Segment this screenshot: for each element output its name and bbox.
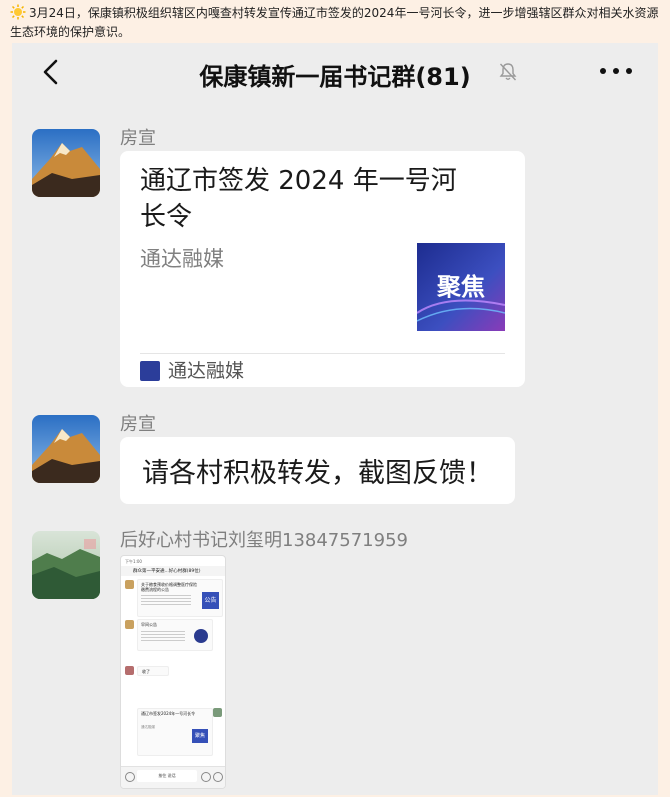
- avatar[interactable]: [32, 531, 100, 599]
- screenshot-avatar: [213, 708, 222, 717]
- screenshot-header: 群众第一平安通...好心村群(89位): [133, 569, 201, 574]
- card-description: 通达融媒: [140, 247, 224, 271]
- screenshot-card-desc: 通达融媒: [141, 725, 155, 729]
- sender-name: 房宣: [120, 128, 156, 149]
- screenshot-msg2-title: 早间公告: [141, 622, 157, 627]
- landscape-avatar-icon: [32, 531, 100, 599]
- text-message[interactable]: 请各村积极转发，截图反馈！: [120, 437, 515, 504]
- chat-window: 保康镇新一届书记群(81) 房宣 通辽市签发 2024 年一号河长令 通达融媒: [12, 43, 658, 795]
- screenshot-avatar: [125, 580, 134, 589]
- sender-name: 后好心村书记刘玺明13847571959: [120, 530, 408, 551]
- chat-title: 保康镇新一届书记群(81): [199, 63, 471, 91]
- message-row: 房宣 请各村积极转发，截图反馈！: [12, 413, 658, 513]
- thumbnail-image: 聚焦: [417, 243, 505, 331]
- mountain-avatar-icon: [32, 129, 100, 197]
- screenshot-plus-icon: [213, 772, 223, 782]
- screenshot-reply: 收了: [137, 666, 169, 676]
- caption-text: 3月24日，保康镇积极组织辖区内嘎查村转发宣传通辽市签发的2024年一号河长令，…: [10, 6, 659, 39]
- sender-name: 房宣: [120, 414, 156, 435]
- mountain-avatar-icon: [32, 415, 100, 483]
- mute-bell-icon: [499, 63, 517, 81]
- more-icon[interactable]: [596, 59, 636, 83]
- screenshot-image[interactable]: 下午1:00 群众第一平安通...好心村群(89位) 关于粮食预收价格调整医疗保…: [120, 555, 226, 789]
- screenshot-emoji-icon: [201, 772, 211, 782]
- screenshot-avatar: [125, 620, 134, 629]
- post-caption: 3月24日，保康镇积极组织辖区内嘎查村转发宣传通辽市签发的2024年一号河长令，…: [10, 4, 665, 42]
- card-title: 通辽市签发 2024 年一号河长令: [140, 166, 457, 232]
- screenshot-voice-icon: [125, 772, 135, 782]
- avatar[interactable]: [32, 415, 100, 483]
- screenshot-hold-to-talk: 按住 说话: [137, 770, 197, 782]
- screenshot-msg1-thumb: 公告: [202, 592, 219, 609]
- screenshot-card-thumb: 聚焦: [192, 729, 208, 743]
- screenshot-status-bar: 下午1:00: [125, 559, 142, 564]
- screenshot-avatar: [125, 666, 134, 675]
- link-card[interactable]: 通辽市签发 2024 年一号河长令 通达融媒 聚焦 通达融媒: [120, 151, 525, 387]
- chat-header: 保康镇新一届书记群(81): [12, 43, 658, 103]
- message-row: 后好心村书记刘玺明13847571959 下午1:00 群众第一平安通...好心…: [12, 529, 658, 795]
- screenshot-card-title: 通辽市签发2024年一号河长令: [141, 711, 196, 716]
- divider: [140, 353, 505, 354]
- thumbnail-label: 聚焦: [436, 273, 485, 301]
- card-source: 通达融媒: [168, 360, 245, 382]
- avatar[interactable]: [32, 129, 100, 197]
- screenshot-msg1-title: 关于粮食预收价格调整医疗保险缴费流程的公告: [141, 582, 197, 592]
- message-row: 房宣 通辽市签发 2024 年一号河长令 通达融媒 聚焦 通达融媒: [12, 127, 658, 387]
- source-logo-icon: [140, 361, 160, 381]
- sun-icon: [10, 4, 26, 20]
